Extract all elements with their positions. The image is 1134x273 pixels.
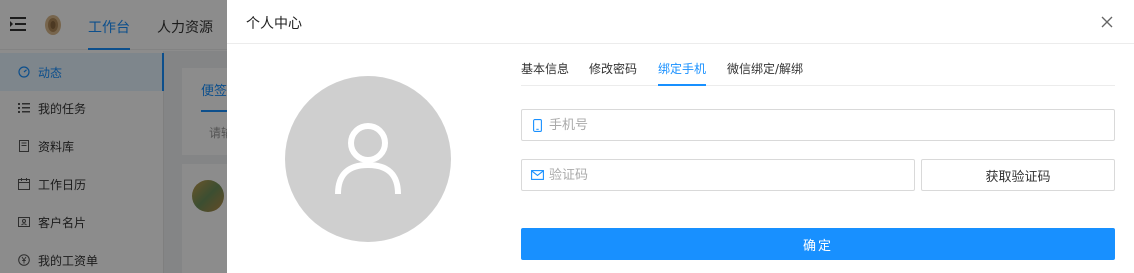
- user-icon: [335, 123, 401, 195]
- settings-tabs: 基本信息 修改密码 绑定手机 微信绑定/解绑: [521, 59, 1115, 86]
- phone-input[interactable]: [549, 110, 1114, 140]
- mail-icon: [530, 168, 544, 182]
- tab-bind-phone[interactable]: 绑定手机: [658, 60, 707, 86]
- tab-wechat-binding[interactable]: 微信绑定/解绑: [727, 60, 803, 77]
- confirm-button[interactable]: 确定: [521, 228, 1115, 260]
- mobile-icon: [530, 118, 544, 132]
- code-input[interactable]: [549, 160, 914, 190]
- code-field[interactable]: [521, 159, 915, 191]
- get-code-button[interactable]: 获取验证码: [921, 159, 1115, 191]
- tab-basic-info[interactable]: 基本信息: [521, 60, 569, 77]
- tab-change-password[interactable]: 修改密码: [589, 60, 637, 77]
- user-avatar[interactable]: [285, 76, 451, 242]
- phone-field[interactable]: [521, 109, 1115, 141]
- close-icon[interactable]: [1100, 15, 1114, 29]
- drawer-title: 个人中心: [246, 16, 302, 32]
- personal-center-drawer: 个人中心 基本信息 修改密码 绑定手机 微信绑定/解绑 获取验证码 确定: [227, 0, 1134, 273]
- drawer-header: 个人中心: [227, 0, 1134, 44]
